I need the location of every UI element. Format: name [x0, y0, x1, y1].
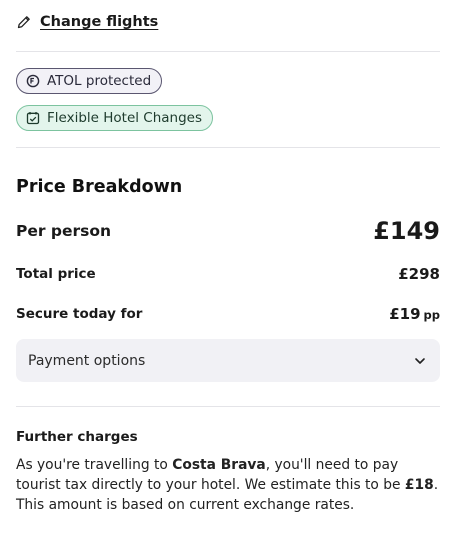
further-charges-text-part: As you're travelling to [16, 457, 173, 473]
flexible-hotel-badge-label: Flexible Hotel Changes [47, 110, 203, 126]
destination-name: Costa Brava [172, 457, 266, 473]
secure-today-label: Secure today for [16, 306, 143, 322]
further-charges-text: As you're travelling to Costa Brava, you… [16, 455, 440, 515]
tourist-tax-estimate: £18 [404, 477, 434, 493]
per-person-row: Per person £149 [16, 217, 440, 245]
price-breakdown-title: Price Breakdown [16, 177, 183, 197]
price-panel: Change flights ATOL protected Flexible H… [0, 0, 454, 515]
further-charges-title: Further charges [16, 429, 138, 445]
total-price-value: £298 [398, 265, 440, 283]
calendar-check-icon [26, 111, 40, 125]
per-person-suffix: pp [423, 308, 440, 322]
divider [16, 147, 440, 148]
further-charges: Further charges As you're travelling to … [16, 407, 440, 515]
secure-today-value: £19 pp [389, 305, 440, 323]
pencil-icon [16, 14, 32, 30]
badges: ATOL protected Flexible Hotel Changes [16, 52, 440, 147]
atol-badge-label: ATOL protected [47, 73, 152, 89]
payment-options-label: Payment options [28, 352, 146, 369]
chevron-down-icon [413, 354, 427, 368]
change-flights-row: Change flights [16, 0, 440, 44]
total-price-label: Total price [16, 266, 96, 282]
per-person-label: Per person [16, 222, 112, 240]
flexible-hotel-badge: Flexible Hotel Changes [16, 105, 214, 131]
secure-today-amount: £19 [389, 305, 421, 323]
total-price-row: Total price £298 [16, 265, 440, 283]
change-flights-link[interactable]: Change flights [40, 14, 158, 30]
atol-badge: ATOL protected [16, 68, 163, 94]
atol-icon [26, 74, 40, 88]
per-person-price: £149 [373, 217, 440, 245]
payment-options-dropdown[interactable]: Payment options [16, 339, 440, 382]
secure-today-row: Secure today for £19 pp [16, 305, 440, 323]
